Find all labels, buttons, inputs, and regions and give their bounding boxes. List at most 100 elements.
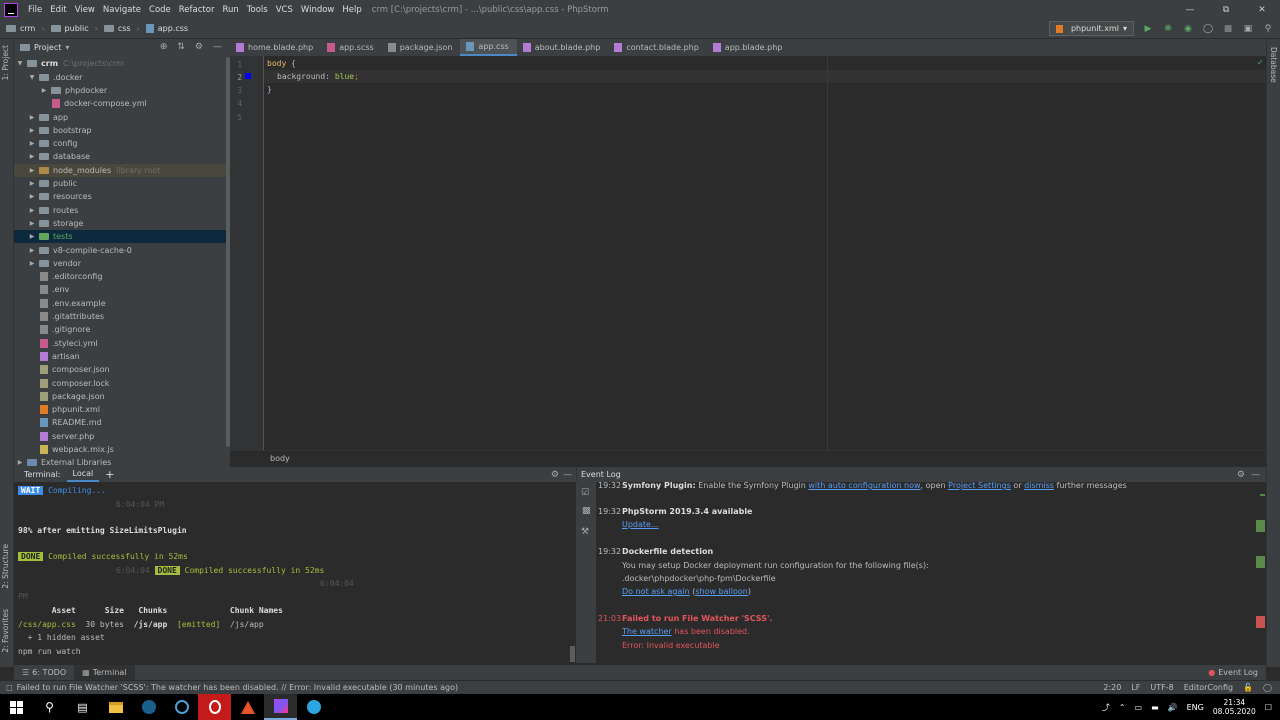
event-log-content[interactable]: 19:32 Symfony Plugin: Enable the Symfony… (596, 482, 1266, 663)
display-icon[interactable]: ▭ (1135, 703, 1143, 712)
search-icon[interactable]: ⚲ (1262, 23, 1274, 35)
menu-vcs[interactable]: VCS (272, 5, 297, 15)
close-icon[interactable]: ✕ (1244, 5, 1280, 15)
tree-item[interactable]: ▶ config (14, 137, 230, 150)
collapse-all-icon[interactable]: ⇅ (177, 42, 185, 52)
file-encoding[interactable]: UTF-8 (1150, 683, 1173, 692)
chevron-up-icon[interactable]: ⌃ (1119, 703, 1126, 712)
lock-icon[interactable]: 🔓 (1243, 683, 1253, 692)
breadcrumb-crm[interactable]: crm › (0, 24, 45, 33)
breadcrumb-app-css[interactable]: app.css (140, 24, 188, 33)
show-balloon-link[interactable]: show balloon (695, 587, 748, 596)
tree-root[interactable]: ▼ crm C:\projects\crm (14, 57, 230, 70)
structure-tool-tab[interactable]: 2: Structure (1, 544, 10, 589)
run-icon[interactable]: ▶ (1142, 23, 1154, 35)
color-preview-swatch[interactable] (245, 73, 251, 79)
menu-help[interactable]: Help (338, 5, 365, 15)
wrench-icon[interactable]: ⚒ (581, 527, 589, 537)
stop-icon[interactable]: ■ (1222, 23, 1234, 35)
database-tool-tab[interactable]: Database (1269, 47, 1278, 83)
event-log-tab[interactable]: ● Event Log (1200, 665, 1266, 680)
menu-file[interactable]: File (24, 5, 46, 15)
terminal-output[interactable]: WAIT Compiling... 6:04:04 PM 98% after e… (14, 482, 576, 663)
do-not-ask-link[interactable]: Do not ask again (622, 587, 690, 596)
tree-item[interactable]: ▶ routes (14, 204, 230, 217)
browser-taskbar-button[interactable] (165, 694, 198, 720)
inspector-icon[interactable]: ◯ (1263, 683, 1272, 692)
tree-item[interactable]: .gitignore (14, 323, 230, 336)
menu-edit[interactable]: Edit (46, 5, 70, 15)
steam-taskbar-button[interactable] (132, 694, 165, 720)
line-separator[interactable]: LF (1131, 683, 1140, 692)
update-link[interactable]: Update... (622, 520, 659, 529)
tree-item[interactable]: ▶ tests (14, 230, 230, 244)
phpstorm-taskbar-button[interactable] (264, 694, 297, 720)
dismiss-link[interactable]: dismiss (1024, 482, 1054, 490)
menu-view[interactable]: View (71, 5, 99, 15)
editor-tab[interactable]: app.scss (321, 39, 382, 56)
status-message[interactable]: Failed to run File Watcher 'SCSS': The w… (17, 683, 458, 692)
project-structure-icon[interactable]: ▣ (1242, 23, 1254, 35)
caret-position[interactable]: 2:20 (1103, 683, 1121, 692)
task-view-button[interactable]: ▤ (66, 694, 99, 720)
terminal-tab[interactable]: ▦ Terminal (74, 665, 135, 680)
tree-item[interactable]: ▼ .docker (14, 71, 230, 84)
editor-config[interactable]: EditorConfig (1184, 683, 1233, 692)
tree-item[interactable]: .editorconfig (14, 270, 230, 283)
tree-item[interactable]: .env.example (14, 297, 230, 310)
coverage-icon[interactable]: ◉ (1182, 23, 1194, 35)
menu-navigate[interactable]: Navigate (99, 5, 145, 15)
editor-tab[interactable]: app.css (460, 39, 517, 56)
tree-item[interactable]: .env (14, 283, 230, 296)
hide-icon[interactable]: — (563, 470, 576, 480)
tree-item[interactable]: ▶ public (14, 177, 230, 190)
gear-icon[interactable]: ⚙ (1237, 470, 1251, 480)
tree-item[interactable]: composer.json (14, 363, 230, 376)
add-terminal-icon[interactable]: + (99, 468, 120, 481)
tree-item[interactable]: .styleci.yml (14, 337, 230, 350)
status-toggle-icon[interactable]: ◻ (6, 683, 13, 692)
notifications-icon[interactable]: ☐ (1265, 703, 1272, 712)
editor-tab[interactable]: home.blade.php (230, 39, 321, 56)
tree-item[interactable]: ▶ storage (14, 217, 230, 230)
opera-taskbar-button[interactable] (198, 694, 231, 720)
auto-config-link[interactable]: with auto configuration now (808, 482, 920, 490)
tree-item[interactable]: artisan (14, 350, 230, 363)
gear-icon[interactable]: ⚙ (551, 470, 563, 480)
tree-item[interactable]: server.php (14, 430, 230, 443)
menu-window[interactable]: Window (297, 5, 339, 15)
breadcrumb-public[interactable]: public › (45, 24, 98, 33)
windows-start-button[interactable] (0, 694, 33, 720)
telegram-taskbar-button[interactable] (297, 694, 330, 720)
volume-icon[interactable]: 🔊 (1168, 703, 1178, 712)
editor-tab[interactable]: about.blade.php (517, 39, 609, 56)
menu-refactor[interactable]: Refactor (175, 5, 219, 15)
tree-item[interactable]: README.md (14, 416, 230, 429)
tree-item[interactable]: composer.lock (14, 376, 230, 389)
tree-item[interactable]: ▶ External Libraries (14, 456, 230, 467)
tree-item[interactable]: ▶ database (14, 150, 230, 163)
hide-icon[interactable]: — (1251, 470, 1266, 480)
tree-item[interactable]: package.json (14, 390, 230, 403)
tree-item[interactable]: ▶ vendor (14, 257, 230, 270)
run-config-select[interactable]: phpunit.xml ▾ (1048, 21, 1134, 36)
tree-item[interactable]: ▶ phpdocker (14, 84, 230, 97)
debug-icon[interactable]: ❋ (1162, 23, 1174, 35)
app-taskbar-button[interactable] (231, 694, 264, 720)
editor-tab[interactable]: contact.blade.php (608, 39, 706, 56)
profile-icon[interactable]: ◯ (1202, 23, 1214, 35)
battery-icon[interactable]: ▬ (1151, 703, 1159, 712)
input-language[interactable]: ENG (1187, 703, 1204, 712)
watcher-link[interactable]: The watcher (622, 627, 672, 636)
restore-icon[interactable]: ⧉ (1208, 5, 1244, 15)
minimize-icon[interactable]: — (1172, 5, 1208, 15)
hide-icon[interactable]: — (213, 42, 222, 52)
tree-item[interactable]: .gitattributes (14, 310, 230, 323)
terminal-tab-local[interactable]: Local (66, 467, 100, 482)
project-panel-title[interactable]: Project (34, 43, 61, 52)
project-tool-tab[interactable]: 1: Project (1, 45, 10, 80)
chevron-down-icon[interactable]: ▾ (65, 43, 69, 52)
trash-icon[interactable]: ▩ (582, 506, 591, 516)
tree-item[interactable]: webpack.mix.js (14, 443, 230, 456)
project-settings-link[interactable]: Project Settings (948, 482, 1011, 490)
